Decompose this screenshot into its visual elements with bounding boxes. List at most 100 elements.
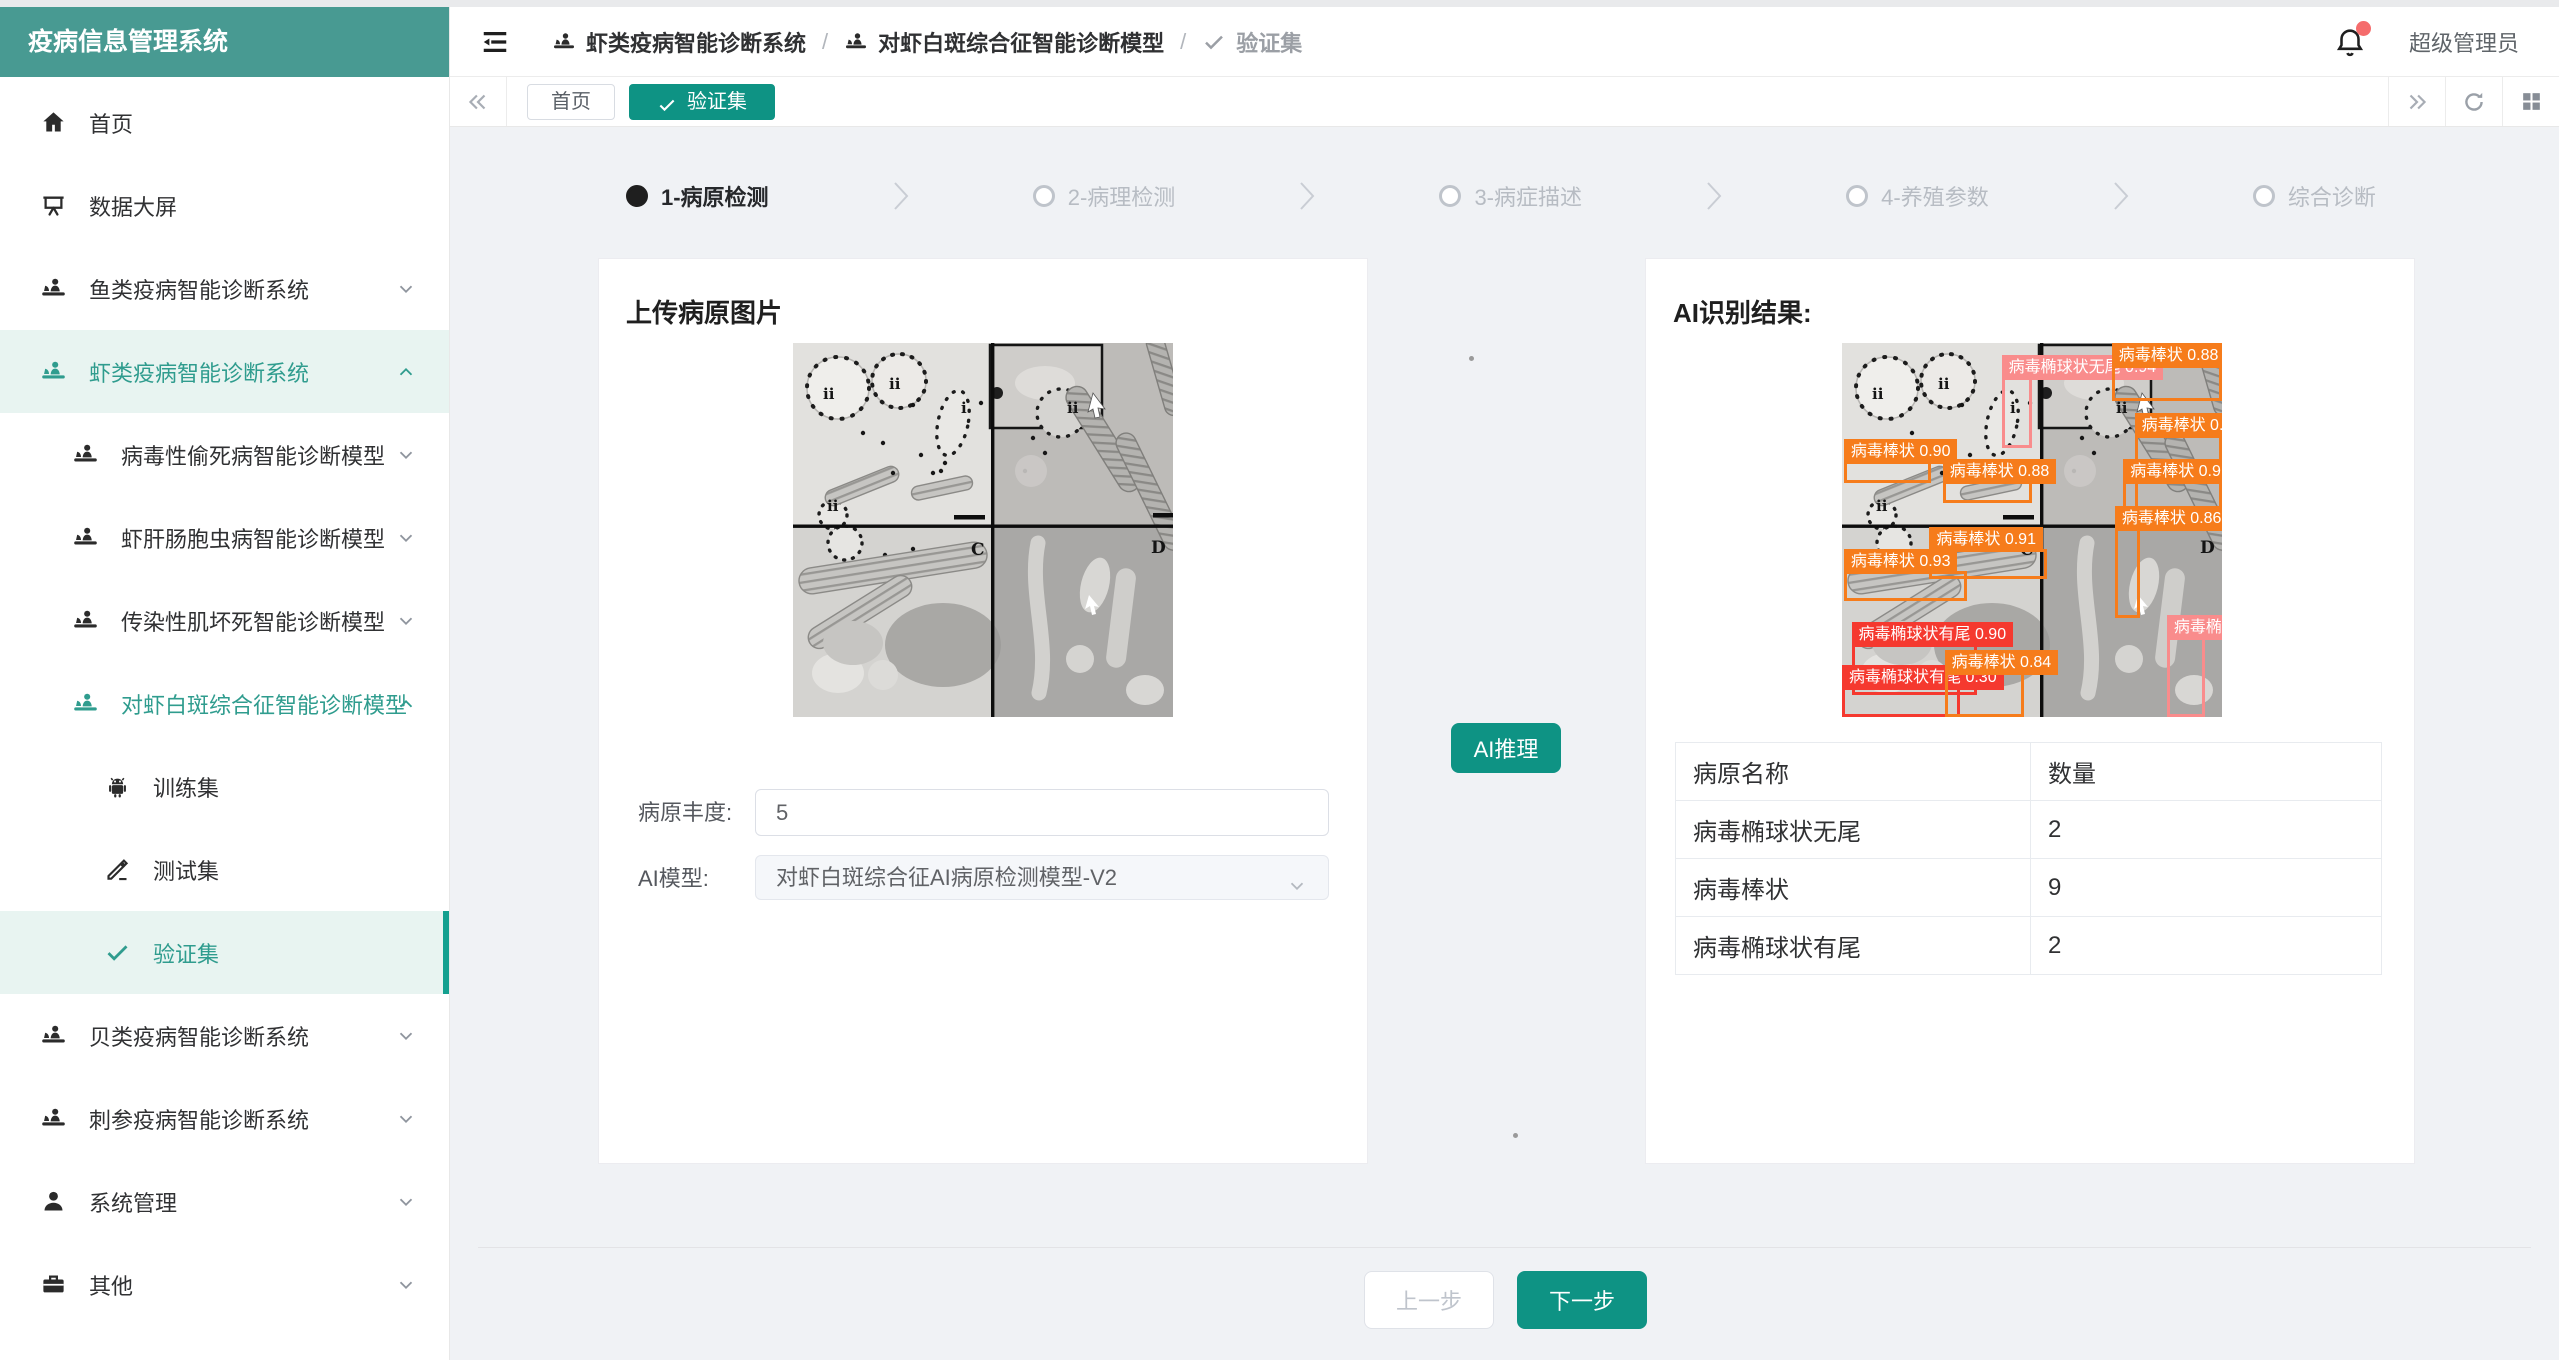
upload-image-card: 上传病原图片 病原丰度: 5 AI模型: 对虾白斑综合征AI病原检测模型-V2 xyxy=(598,258,1368,1164)
sidebar-item-label: 贝类疫病智能诊断系统 xyxy=(89,1020,309,1052)
detection-label: 病毒棒状 0.84 xyxy=(1945,650,2059,675)
breadcrumb-item-0[interactable]: 虾类疫病智能诊断系统 xyxy=(552,26,806,58)
sidebar-item-11[interactable]: 贝类疫病智能诊断系统 xyxy=(0,994,449,1077)
chevron-up-icon xyxy=(395,361,417,383)
sidebar-item-4[interactable]: 病毒性偷死病智能诊断模型 xyxy=(0,413,449,496)
top-header: 虾类疫病智能诊断系统/对虾白斑综合征智能诊断模型/验证集 超级管理员 xyxy=(450,7,2559,77)
result-table: 病原名称数量病毒椭球状无尾2病毒棒状9病毒椭球状有尾2 xyxy=(1675,742,2382,975)
sidebar-item-8[interactable]: 训练集 xyxy=(0,745,449,828)
next-step-button[interactable]: 下一步 xyxy=(1517,1271,1647,1329)
sidebar-item-9[interactable]: 测试集 xyxy=(0,828,449,911)
sidebar-item-12[interactable]: 刺参疫病智能诊断系统 xyxy=(0,1077,449,1160)
diagnosis-icon xyxy=(40,1022,67,1049)
menu-fold-icon[interactable] xyxy=(480,27,510,57)
sidebar-item-2[interactable]: 鱼类疫病智能诊断系统 xyxy=(0,247,449,330)
diagnosis-icon xyxy=(40,358,67,385)
sidebar-item-13[interactable]: 系统管理 xyxy=(0,1160,449,1243)
check-icon xyxy=(1202,30,1226,54)
abundance-label: 病原丰度: xyxy=(638,789,732,836)
chevron-down-icon xyxy=(395,1191,417,1213)
layout-grid-icon[interactable] xyxy=(2502,77,2559,126)
step-circle xyxy=(1846,185,1868,207)
step-label: 1-病原检测 xyxy=(661,180,769,212)
chevron-down-icon xyxy=(395,444,417,466)
tab-bar: 首页验证集 xyxy=(450,77,2559,127)
chevron-down-icon xyxy=(395,1025,417,1047)
detection-box-2: 病毒棒状 0.88 xyxy=(2112,365,2222,401)
breadcrumb-item-1[interactable]: 对虾白斑综合征智能诊断模型 xyxy=(844,26,1164,58)
pathogen-name: 病毒椭球状有尾 xyxy=(1676,917,2031,975)
step-circle xyxy=(1439,185,1461,207)
sidebar: 疫病信息管理系统 首页数据大屏鱼类疫病智能诊断系统虾类疫病智能诊断系统病毒性偷死… xyxy=(0,7,450,1360)
step-1[interactable]: 1-病原检测 xyxy=(626,180,769,212)
diagnosis-icon xyxy=(72,441,99,468)
step-3[interactable]: 3-病症描述 xyxy=(1439,180,1582,212)
app-title: 疫病信息管理系统 xyxy=(0,7,449,77)
abundance-input[interactable]: 5 xyxy=(755,789,1329,836)
tab-1[interactable]: 验证集 xyxy=(629,84,775,120)
detection-label: 病毒棒状 0.91 xyxy=(1929,527,2043,552)
ai-model-select[interactable]: 对虾白斑综合征AI病原检测模型-V2 xyxy=(755,855,1329,900)
sidebar-item-1[interactable]: 数据大屏 xyxy=(0,164,449,247)
check-icon xyxy=(104,939,131,966)
refresh-icon[interactable] xyxy=(2445,77,2502,126)
detection-label: 病毒棒状 0.88 xyxy=(2112,343,2222,368)
tab-0[interactable]: 首页 xyxy=(527,84,615,120)
detection-box-12: 病毒棒状 0.84 xyxy=(1945,672,2025,717)
detection-box-7: 病毒棒状 0.86 xyxy=(2115,528,2140,618)
table-header-row: 病原名称数量 xyxy=(1676,743,2382,801)
sidebar-item-label: 其他 xyxy=(89,1269,133,1301)
footer-divider xyxy=(478,1247,2531,1248)
android-icon xyxy=(104,773,131,800)
diagnosis-icon xyxy=(552,30,576,54)
previous-step-button[interactable]: 上一步 xyxy=(1364,1271,1494,1329)
ai-model-label: AI模型: xyxy=(638,855,709,902)
pathogen-image xyxy=(793,343,1173,717)
sidebar-item-label: 虾肝肠胞虫病智能诊断模型 xyxy=(121,522,385,554)
sidebar-item-10[interactable]: 验证集 xyxy=(0,911,449,994)
sidebar-item-5[interactable]: 虾肝肠胞虫病智能诊断模型 xyxy=(0,496,449,579)
breadcrumb-separator: / xyxy=(1180,29,1186,55)
pathogen-count: 2 xyxy=(2031,917,2382,975)
detection-label: 病毒棒状 0.90 xyxy=(1844,439,1958,464)
screen-icon xyxy=(40,192,67,219)
step-separator-icon xyxy=(1296,179,1318,213)
sidebar-item-3[interactable]: 虾类疫病智能诊断系统 xyxy=(0,330,449,413)
detection-box-11: 病毒椭球状有尾 0.30 xyxy=(1842,687,1960,717)
sidebar-item-7[interactable]: 对虾白斑综合征智能诊断模型 xyxy=(0,662,449,745)
step-4[interactable]: 4-养殖参数 xyxy=(1846,180,1989,212)
annotated-image: 病毒椭球状无尾 0.94病毒椭球状无尾 0.90病毒棒状 0.88病毒棒状 0.… xyxy=(1842,343,2222,717)
window-top-strip xyxy=(0,0,2559,7)
sidebar-item-14[interactable]: 其他 xyxy=(0,1243,449,1326)
sidebar-item-label: 病毒性偷死病智能诊断模型 xyxy=(121,439,385,471)
step-5[interactable]: 综合诊断 xyxy=(2253,180,2376,212)
step-separator-icon xyxy=(890,179,912,213)
sidebar-item-label: 首页 xyxy=(89,107,133,139)
open-tabs: 首页验证集 xyxy=(507,77,2388,126)
sidebar-item-0[interactable]: 首页 xyxy=(0,81,449,164)
tabs-scroll-left-icon[interactable] xyxy=(450,77,507,126)
chevron-down-icon xyxy=(395,610,417,632)
current-user[interactable]: 超级管理员 xyxy=(2409,26,2519,58)
step-2[interactable]: 2-病理检测 xyxy=(1033,180,1176,212)
sidebar-item-label: 刺参疫病智能诊断系统 xyxy=(89,1103,309,1135)
detection-box-9: 病毒棒状 0.93 xyxy=(1844,571,1968,601)
sidebar-item-label: 数据大屏 xyxy=(89,190,177,222)
notification-bell-icon[interactable] xyxy=(2333,25,2367,59)
col-header-count: 数量 xyxy=(2031,743,2382,801)
main-content: 1-病原检测 2-病理检测 3-病症描述 4-养殖参数 综合诊断 上传病原图片 病原丰度… xyxy=(450,127,2559,1360)
ai-inference-button[interactable]: AI推理 xyxy=(1451,723,1561,773)
step-separator-icon xyxy=(1703,179,1725,213)
tabs-scroll-right-icon[interactable] xyxy=(2388,77,2445,126)
wizard-stepper: 1-病原检测 2-病理检测 3-病症描述 4-养殖参数 综合诊断 xyxy=(626,179,2376,213)
detection-label: 病毒棒状 0.93 xyxy=(1844,549,1958,574)
sidebar-item-label: 验证集 xyxy=(153,937,219,969)
table-row-0: 病毒椭球状无尾2 xyxy=(1676,801,2382,859)
table-row-1: 病毒棒状9 xyxy=(1676,859,2382,917)
pathogen-count: 2 xyxy=(2031,801,2382,859)
detection-label: 病毒棒状 0.86 xyxy=(2115,506,2222,531)
result-card-title: AI识别结果: xyxy=(1673,293,2414,330)
sidebar-item-label: 系统管理 xyxy=(89,1186,177,1218)
sidebar-item-label: 对虾白斑综合征智能诊断模型 xyxy=(121,688,407,720)
sidebar-item-6[interactable]: 传染性肌坏死智能诊断模型 xyxy=(0,579,449,662)
